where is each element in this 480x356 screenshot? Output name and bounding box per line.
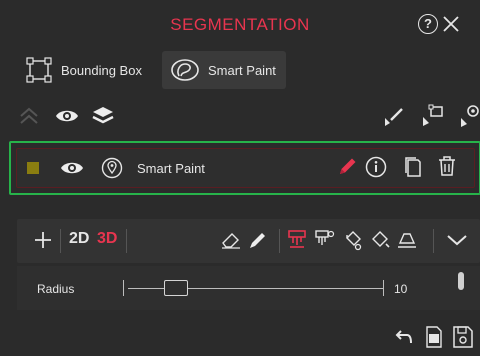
target-pointer-icon[interactable]: [459, 103, 480, 129]
brush-settings-icon[interactable]: [286, 229, 308, 251]
plus-icon[interactable]: [33, 230, 53, 250]
eraser-icon[interactable]: [220, 230, 242, 250]
close-icon[interactable]: [442, 14, 460, 34]
radius-label: Radius: [37, 282, 75, 296]
paint-brush-icon[interactable]: [247, 229, 269, 251]
chevron-down-icon[interactable]: [446, 232, 468, 248]
brush-settings-icon[interactable]: [313, 229, 335, 251]
info-icon[interactable]: [365, 156, 387, 178]
bounding-box-icon: [25, 56, 53, 84]
fill-bucket-icon[interactable]: [342, 229, 364, 251]
panel-title: SEGMENTATION: [170, 15, 310, 34]
eye-icon[interactable]: [55, 107, 79, 125]
location-pin-icon[interactable]: [101, 157, 123, 179]
save-icon[interactable]: [452, 325, 474, 349]
pencil-icon[interactable]: [337, 155, 359, 177]
layers-icon[interactable]: [91, 105, 115, 127]
fill-bucket-alt-icon[interactable]: [369, 229, 391, 251]
radius-slider-thumb[interactable]: [164, 280, 188, 296]
smart-paint-label: Smart Paint: [208, 62, 276, 78]
smart-paint-icon: [170, 56, 200, 84]
box-pointer-icon[interactable]: [421, 104, 447, 128]
mode-2d-toggle[interactable]: 2D: [69, 230, 89, 248]
bounding-box-label: Bounding Box: [61, 62, 142, 78]
radius-value: 10: [394, 282, 408, 296]
bounding-box-tool[interactable]: Bounding Box: [17, 51, 155, 89]
slider-min-tick: [123, 280, 124, 296]
slider-max-tick: [383, 280, 384, 296]
brush-pointer-icon[interactable]: [382, 106, 406, 128]
layer-color-swatch[interactable]: [27, 162, 39, 174]
layer-name[interactable]: Smart Paint: [137, 161, 205, 176]
eye-icon[interactable]: [60, 159, 84, 177]
help-button[interactable]: ?: [418, 14, 438, 34]
mode-3d-toggle[interactable]: 3D: [97, 230, 117, 248]
scrollbar[interactable]: [458, 272, 464, 290]
collapse-up-icon[interactable]: [17, 106, 41, 126]
undo-icon[interactable]: [395, 327, 415, 347]
trash-icon[interactable]: [437, 155, 457, 177]
copy-icon[interactable]: [404, 156, 422, 178]
smart-paint-tool[interactable]: Smart Paint: [162, 51, 286, 89]
export-icon[interactable]: [423, 325, 445, 349]
threshold-icon[interactable]: [396, 229, 418, 251]
